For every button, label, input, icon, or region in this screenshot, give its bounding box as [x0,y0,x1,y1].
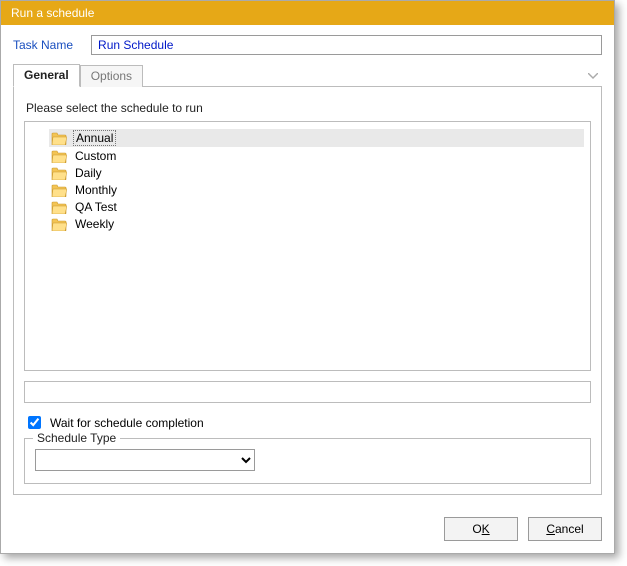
schedule-tree[interactable]: Annual Custom Daily Monthly QA Test Weekly [24,121,591,371]
tree-item-label: QA Test [73,200,119,214]
wait-checkbox-label: Wait for schedule completion [50,416,204,430]
tree-item-label: Weekly [73,217,116,231]
tree-item-label: Monthly [73,183,119,197]
wait-checkbox-row: Wait for schedule completion [24,413,591,432]
schedule-type-label: Schedule Type [33,431,120,445]
tab-options[interactable]: Options [80,65,143,87]
tree-item[interactable]: Monthly [49,182,584,198]
window-title: Run a schedule [11,6,94,20]
tab-strip: General Options [13,63,602,87]
tree-item-label: Daily [73,166,104,180]
wait-checkbox[interactable] [28,416,41,429]
schedule-type-combo[interactable] [35,449,255,471]
chevron-down-icon[interactable] [584,64,602,86]
tree-item-label: Custom [73,149,118,163]
ok-button[interactable]: OK [444,517,518,541]
task-name-input[interactable] [91,35,602,55]
instruction-text: Please select the schedule to run [26,101,591,115]
tree-item[interactable]: Weekly [49,216,584,232]
folder-icon [51,132,67,145]
titlebar: Run a schedule [1,1,614,25]
dialog-window: Run a schedule Task Name General Options… [0,0,615,554]
general-panel: Please select the schedule to run Annual… [13,87,602,495]
dialog-buttons: OK Cancel [1,507,614,553]
tree-item-label: Annual [73,130,116,146]
tree-item[interactable]: QA Test [49,199,584,215]
cancel-button[interactable]: Cancel [528,517,602,541]
folder-icon [51,167,67,180]
schedule-type-group: Schedule Type [24,438,591,484]
folder-icon [51,184,67,197]
folder-icon [51,150,67,163]
tree-item[interactable]: Custom [49,148,584,164]
task-name-row: Task Name [13,35,602,55]
tree-item[interactable]: Daily [49,165,584,181]
folder-icon [51,218,67,231]
selection-path-box [24,381,591,403]
task-name-label: Task Name [13,38,73,52]
tab-general[interactable]: General [13,64,80,87]
tree-item[interactable]: Annual [49,129,584,147]
folder-icon [51,201,67,214]
content-area: Task Name General Options Please select … [1,25,614,507]
